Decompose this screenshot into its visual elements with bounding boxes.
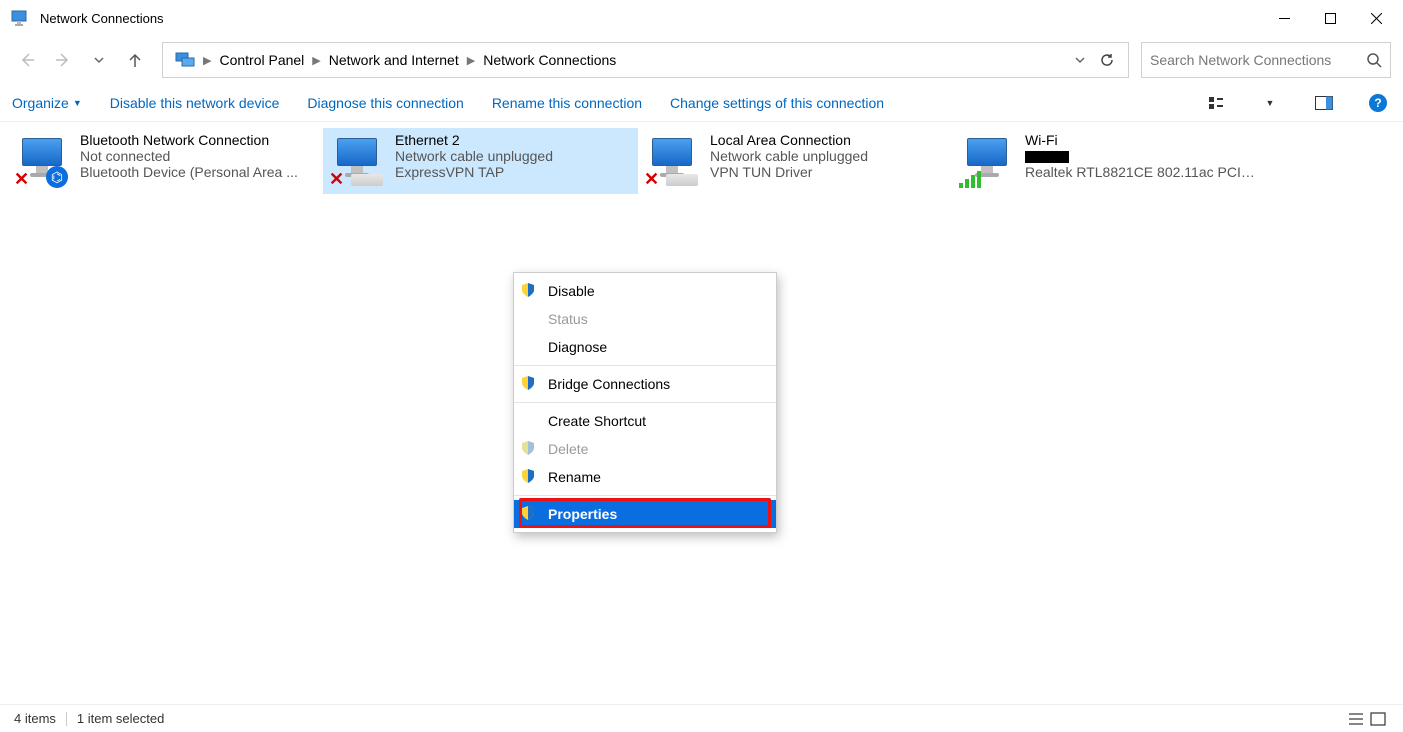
- connection-lan[interactable]: ✕ Local Area Connection Network cable un…: [638, 128, 953, 194]
- menu-delete: Delete: [514, 435, 776, 463]
- connection-wifi[interactable]: Wi-Fi Realtek RTL8821CE 802.11ac PCIe ..…: [953, 128, 1268, 194]
- connection-name: Local Area Connection: [710, 132, 947, 148]
- connections-list: ✕ ⌬ Bluetooth Network Connection Not con…: [0, 122, 1403, 200]
- connection-bluetooth[interactable]: ✕ ⌬ Bluetooth Network Connection Not con…: [8, 128, 323, 194]
- connection-status: [1025, 148, 1262, 164]
- large-icons-view-button[interactable]: [1367, 712, 1389, 726]
- error-x-icon: ✕: [14, 172, 30, 188]
- connection-device: Realtek RTL8821CE 802.11ac PCIe ...: [1025, 164, 1262, 180]
- maximize-button[interactable]: [1307, 2, 1353, 34]
- connection-status: Network cable unplugged: [395, 148, 632, 164]
- menu-bridge[interactable]: Bridge Connections: [514, 370, 776, 398]
- refresh-button[interactable]: [1092, 52, 1122, 68]
- breadcrumb-leaf[interactable]: Network Connections: [477, 48, 622, 72]
- item-count: 4 items: [14, 711, 56, 726]
- window-title: Network Connections: [40, 11, 164, 26]
- close-button[interactable]: [1353, 2, 1399, 34]
- connection-status: Network cable unplugged: [710, 148, 947, 164]
- connection-name: Wi-Fi: [1025, 132, 1262, 148]
- shield-icon: [520, 468, 538, 486]
- connection-device: Bluetooth Device (Personal Area ...: [80, 164, 317, 180]
- network-icon: ✕ ⌬: [14, 132, 72, 188]
- forward-button[interactable]: [48, 45, 78, 75]
- search-box[interactable]: [1141, 42, 1391, 78]
- menu-separator: [514, 402, 776, 403]
- rename-link[interactable]: Rename this connection: [492, 95, 642, 111]
- network-icon: [959, 132, 1017, 188]
- help-button[interactable]: ?: [1365, 94, 1391, 112]
- connection-device: VPN TUN Driver: [710, 164, 947, 180]
- command-bar: Organize ▼ Disable this network device D…: [0, 84, 1403, 122]
- connection-device: ExpressVPN TAP: [395, 164, 632, 180]
- menu-separator: [514, 495, 776, 496]
- view-options-button[interactable]: [1203, 95, 1229, 111]
- menu-separator: [514, 365, 776, 366]
- menu-diagnose[interactable]: Diagnose: [514, 333, 776, 361]
- cable-icon: [666, 174, 698, 186]
- shield-icon: [520, 375, 538, 393]
- error-x-icon: ✕: [644, 172, 660, 188]
- nav-bar: ▶ Control Panel ▶ Network and Internet ▶…: [0, 36, 1403, 84]
- disable-device-link[interactable]: Disable this network device: [110, 95, 280, 111]
- item-selected: 1 item selected: [77, 711, 164, 726]
- chevron-right-icon[interactable]: ▶: [465, 54, 477, 67]
- back-button[interactable]: [12, 45, 42, 75]
- chevron-down-icon: ▼: [73, 98, 82, 108]
- network-icon: ✕: [644, 132, 702, 188]
- details-view-button[interactable]: [1345, 712, 1367, 726]
- menu-properties[interactable]: Properties: [514, 500, 776, 528]
- connection-status: Not connected: [80, 148, 317, 164]
- app-icon: [10, 8, 30, 28]
- network-icon: ✕: [329, 132, 387, 188]
- error-x-icon: ✕: [329, 172, 345, 188]
- address-bar[interactable]: ▶ Control Panel ▶ Network and Internet ▶…: [162, 42, 1129, 78]
- shield-icon: [520, 440, 538, 458]
- search-input[interactable]: [1150, 52, 1366, 68]
- address-icon: [169, 46, 201, 74]
- organize-menu[interactable]: Organize ▼: [12, 95, 82, 111]
- status-bar: 4 items 1 item selected: [0, 704, 1403, 732]
- shield-icon: [520, 505, 538, 523]
- redacted-ssid: [1025, 151, 1069, 163]
- bluetooth-icon: ⌬: [46, 166, 68, 188]
- menu-create-shortcut[interactable]: Create Shortcut: [514, 407, 776, 435]
- wifi-signal-icon: [959, 171, 981, 188]
- up-button[interactable]: [120, 45, 150, 75]
- cable-icon: [351, 174, 383, 186]
- menu-status: Status: [514, 305, 776, 333]
- connection-name: Ethernet 2: [395, 132, 632, 148]
- address-history-dropdown[interactable]: [1068, 54, 1092, 66]
- title-bar: Network Connections: [0, 0, 1403, 36]
- context-menu: Disable Status Diagnose Bridge Connectio…: [513, 272, 777, 533]
- change-settings-link[interactable]: Change settings of this connection: [670, 95, 884, 111]
- recent-dropdown[interactable]: [84, 45, 114, 75]
- diagnose-link[interactable]: Diagnose this connection: [307, 95, 463, 111]
- connection-name: Bluetooth Network Connection: [80, 132, 317, 148]
- search-icon[interactable]: [1366, 52, 1382, 68]
- menu-rename[interactable]: Rename: [514, 463, 776, 491]
- view-dropdown[interactable]: ▼: [1257, 98, 1283, 108]
- shield-icon: [520, 282, 538, 300]
- chevron-right-icon[interactable]: ▶: [201, 54, 213, 67]
- menu-disable[interactable]: Disable: [514, 277, 776, 305]
- breadcrumb-root[interactable]: Control Panel: [213, 48, 310, 72]
- minimize-button[interactable]: [1261, 2, 1307, 34]
- chevron-right-icon[interactable]: ▶: [310, 54, 322, 67]
- breadcrumb-mid[interactable]: Network and Internet: [323, 48, 465, 72]
- preview-pane-button[interactable]: [1311, 96, 1337, 110]
- connection-ethernet2[interactable]: ✕ Ethernet 2 Network cable unplugged Exp…: [323, 128, 638, 194]
